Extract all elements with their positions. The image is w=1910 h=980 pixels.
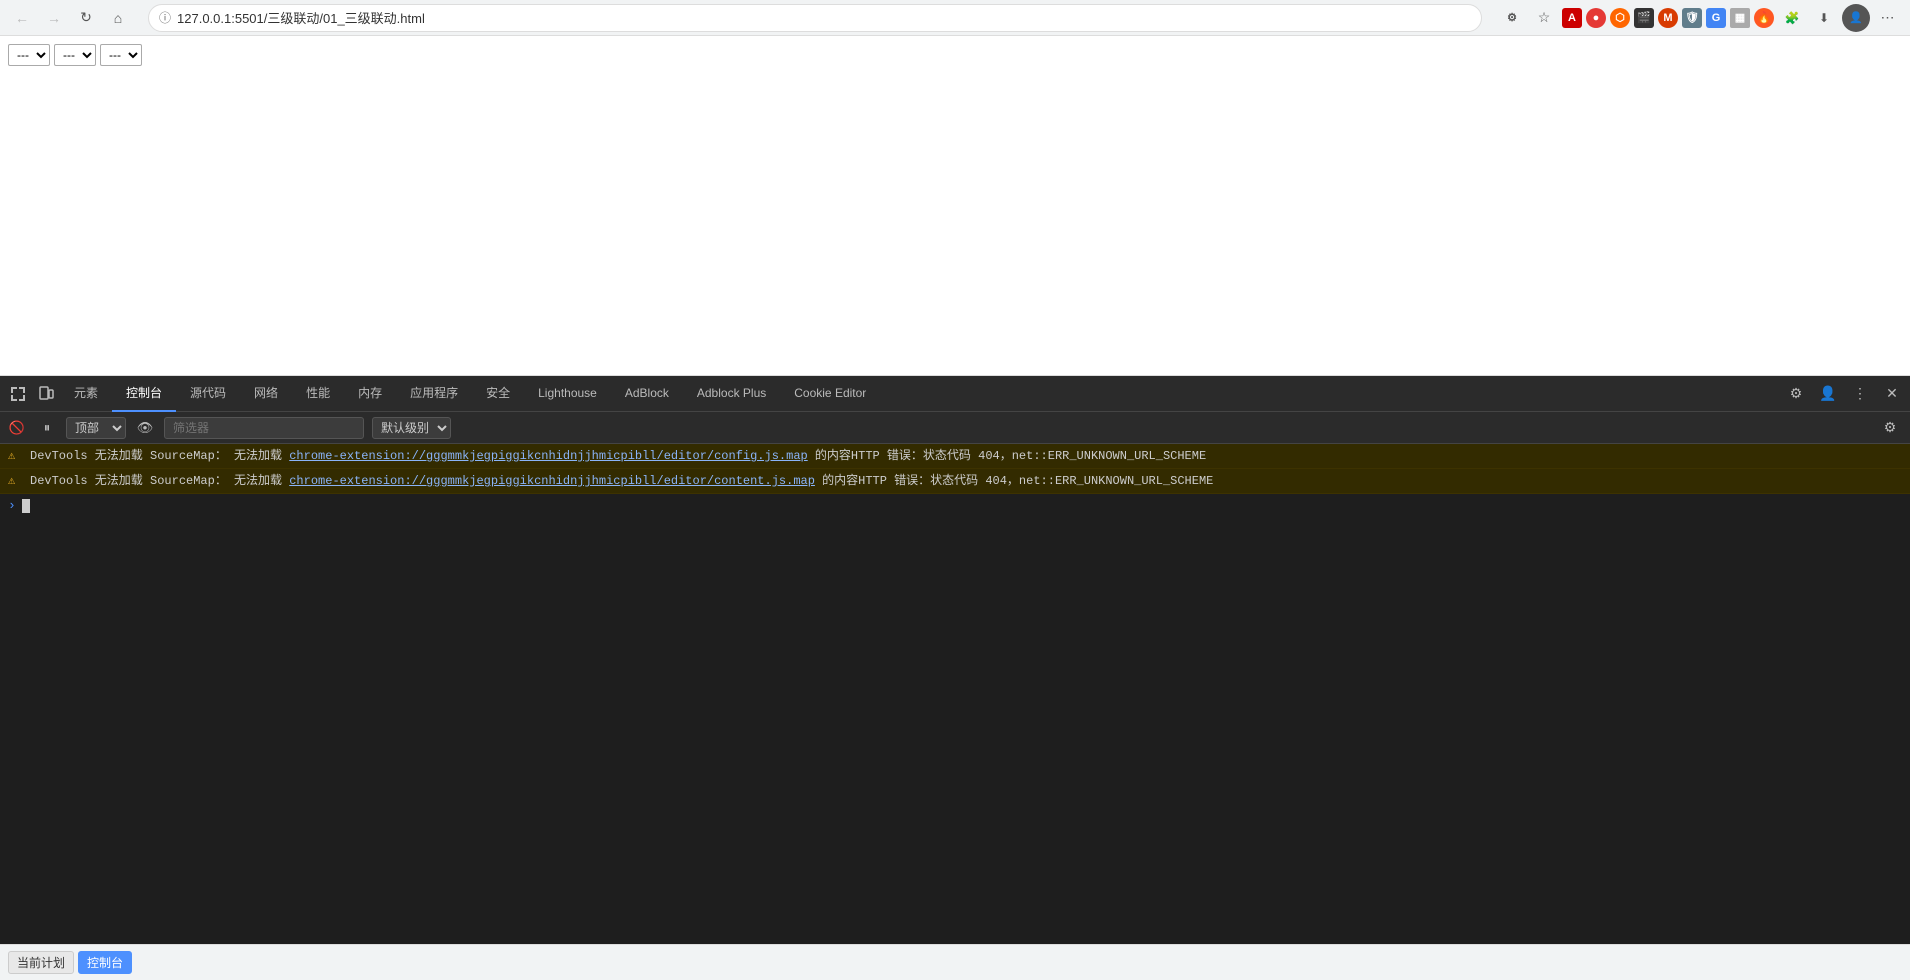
ext-icon-ms[interactable]: M [1658,8,1678,28]
district-select[interactable]: --- [100,44,142,66]
console-settings-btn[interactable]: ⚙ [1876,414,1904,442]
devtools-panel: 元素 控制台 源代码 网络 性能 内存 应用程序 安全 Lighthouse A… [0,376,1910,944]
devtools-more-btn[interactable]: ⋮ [1846,380,1874,408]
status-current-plan-btn[interactable]: 当前计划 [8,951,74,974]
devtools-user-btn[interactable]: 👤 [1814,380,1842,408]
url-text: 127.0.0.1:5501/三级联动/01_三级联动.html [177,8,425,27]
tab-network[interactable]: 网络 [240,376,292,412]
devtools-tab-bar: 元素 控制台 源代码 网络 性能 内存 应用程序 安全 Lighthouse A… [0,376,1910,412]
console-filter-input[interactable] [164,417,364,439]
warn-icon-2: ⚠ [8,473,24,488]
tab-application[interactable]: 应用程序 [396,376,472,412]
ext-icon-orange[interactable]: ⬡ [1610,8,1630,28]
console-entry-text-2: DevTools 无法加载 SourceMap： 无法加载 chrome-ext… [30,472,1213,490]
status-console-btn[interactable]: 控制台 [78,951,132,974]
ext-icon-red2[interactable]: ● [1586,8,1606,28]
console-eye-btn[interactable]: 👁 [134,417,156,439]
tab-adblock-plus[interactable]: Adblock Plus [683,376,780,412]
ext-icon-shield[interactable]: 🛡 [1682,8,1702,28]
device-toolbar-btn[interactable] [32,380,60,408]
sourcemap-link-1[interactable]: chrome-extension://gggmmkjegpiggikcnhidn… [289,449,807,463]
console-context-select[interactable]: 顶部 [66,417,126,439]
console-level-select[interactable]: 默认级别 [372,417,451,439]
lock-icon: ⓘ [159,9,171,26]
tab-sources[interactable]: 源代码 [176,376,240,412]
bookmark-btn[interactable]: ☆ [1530,4,1558,32]
console-toolbar: 🚫 ⏸ 顶部 👁 默认级别 ⚙ [0,412,1910,444]
tab-elements[interactable]: 元素 [60,376,112,412]
tab-console[interactable]: 控制台 [112,376,176,412]
reload-button[interactable]: ↻ [72,4,100,32]
nav-buttons: ← → ↻ ⌂ [8,4,132,32]
console-entry-text-1: DevTools 无法加载 SourceMap： 无法加载 chrome-ext… [30,447,1206,465]
sourcemap-link-2[interactable]: chrome-extension://gggmmkjegpiggikcnhidn… [289,474,815,488]
tab-lighthouse[interactable]: Lighthouse [524,376,611,412]
ext-icon-fire[interactable]: 🔥 [1754,8,1774,28]
downloads-btn[interactable]: ⬇ [1810,4,1838,32]
devtools-settings-btn[interactable]: ⚙ [1782,380,1810,408]
tab-performance[interactable]: 性能 [292,376,344,412]
ext-icon-g[interactable]: G [1706,8,1726,28]
back-button[interactable]: ← [8,4,36,32]
console-prompt[interactable]: › [0,494,1910,517]
ext-icon-square[interactable]: ▦ [1730,8,1750,28]
address-bar[interactable]: ⓘ 127.0.0.1:5501/三级联动/01_三级联动.html [148,4,1482,32]
console-clear-btn[interactable]: 🚫 [6,417,28,439]
page-content: --- --- --- [0,36,1910,376]
warn-icon-1: ⚠ [8,448,24,463]
toolbar-icons: ⚙ ☆ A ● ⬡ 🎬 M 🛡 G ▦ 🔥 🧩 ⬇ 👤 ⋯ [1498,4,1902,32]
extension-btn-1[interactable]: ⚙ [1498,4,1526,32]
prompt-icon: › [8,498,16,513]
tab-cookie-editor[interactable]: Cookie Editor [780,376,880,412]
profile-btn[interactable]: 👤 [1842,4,1870,32]
devtools-close-btn[interactable]: ✕ [1878,380,1906,408]
tab-memory[interactable]: 内存 [344,376,396,412]
home-button[interactable]: ⌂ [104,4,132,32]
ext-icon-red[interactable]: A [1562,8,1582,28]
browser-titlebar: ← → ↻ ⌂ ⓘ 127.0.0.1:5501/三级联动/01_三级联动.ht… [0,0,1910,36]
ext-icon-dark[interactable]: 🎬 [1634,8,1654,28]
cursor [22,499,30,513]
devtools-toolbar-right: ⚙ 👤 ⋮ ✕ [1782,380,1906,408]
console-entry-2: ⚠ DevTools 无法加载 SourceMap： 无法加载 chrome-e… [0,469,1910,494]
console-log-area: ⚠ DevTools 无法加载 SourceMap： 无法加载 chrome-e… [0,444,1910,944]
page-selects: --- --- --- [8,44,142,66]
console-entry-1: ⚠ DevTools 无法加载 SourceMap： 无法加载 chrome-e… [0,444,1910,469]
tab-security[interactable]: 安全 [472,376,524,412]
province-select[interactable]: --- [8,44,50,66]
more-btn[interactable]: ⋯ [1874,4,1902,32]
city-select[interactable]: --- [54,44,96,66]
extensions-manager-btn[interactable]: 🧩 [1778,4,1806,32]
browser-status-bar: 当前计划 控制台 [0,944,1910,980]
console-pause-btn[interactable]: ⏸ [36,417,58,439]
forward-button[interactable]: → [40,4,68,32]
tab-adblock[interactable]: AdBlock [611,376,683,412]
inspect-element-btn[interactable] [4,380,32,408]
